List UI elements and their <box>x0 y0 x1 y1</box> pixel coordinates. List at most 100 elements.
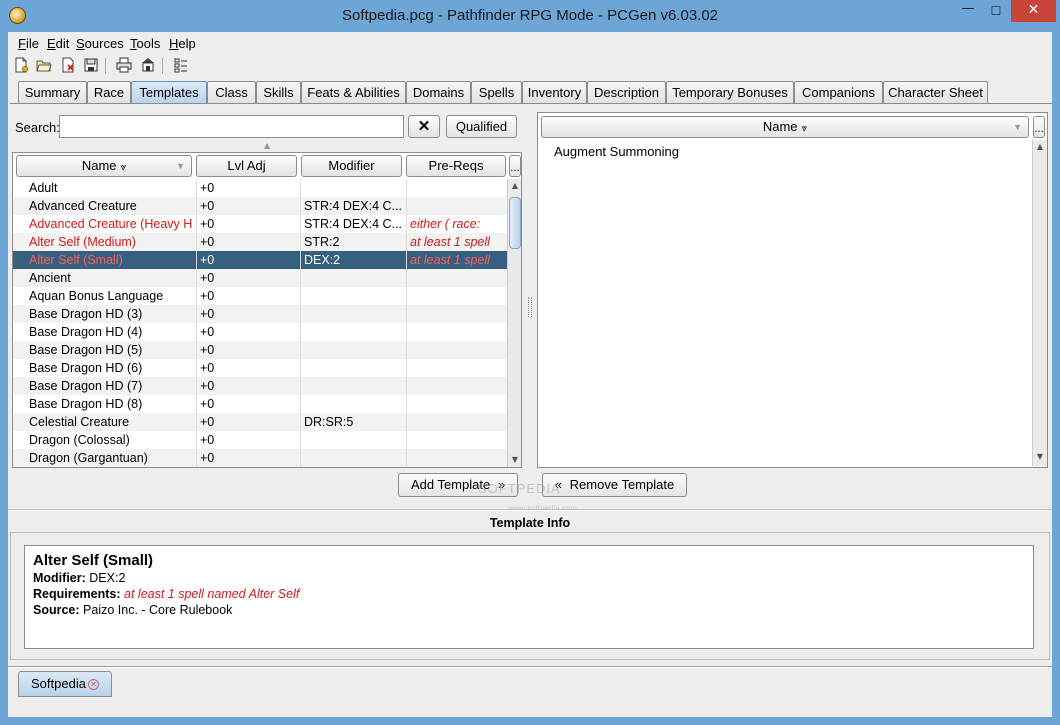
info-requirements-line: Requirements: at least 1 spell named Alt… <box>33 587 300 601</box>
cell-name: Dragon (Gargantuan) <box>26 449 192 467</box>
column-header-lvl-adj[interactable]: Lvl Adj <box>196 155 297 177</box>
scroll-down-icon[interactable]: ▼ <box>1033 450 1047 464</box>
cell-name: Dragon (Colossal) <box>29 433 130 447</box>
tab-skills[interactable]: Skills <box>256 81 301 103</box>
search-label: Search: <box>15 120 60 135</box>
column-chooser-button[interactable]: ... <box>1033 116 1045 138</box>
tab-class[interactable]: Class <box>207 81 256 103</box>
maximize-button[interactable]: ☐ <box>983 0 1009 22</box>
table-row[interactable]: Celestial Creature +0 DR:SR:5 <box>13 413 507 431</box>
save-icon[interactable] <box>82 57 100 75</box>
cell-lvl-adj: +0 <box>196 215 296 233</box>
table-row[interactable]: Dragon (Colossal) +0 <box>13 431 507 449</box>
column-header-name[interactable]: Name ⩔ ▼ <box>16 155 192 177</box>
cell-name: Base Dragon HD (7) <box>26 377 192 395</box>
cell-modifier <box>300 323 404 341</box>
preferences-icon[interactable] <box>172 57 190 75</box>
selected-template-item[interactable]: Augment Summoning <box>554 144 679 159</box>
minimize-button[interactable]: — <box>955 0 981 22</box>
tab-companions[interactable]: Companions <box>794 81 883 103</box>
remove-template-button[interactable]: « Remove Template <box>542 473 687 497</box>
search-input[interactable] <box>59 115 404 138</box>
qualified-button[interactable]: Qualified <box>446 115 517 138</box>
table-row[interactable]: Adult +0 <box>13 179 507 197</box>
column-header-modifier[interactable]: Modifier <box>301 155 402 177</box>
column-header-selected-name[interactable]: Name ⩔ ▼ <box>541 116 1029 138</box>
scroll-down-icon[interactable]: ▼ <box>508 453 521 467</box>
split-divider[interactable] <box>8 509 1052 511</box>
table-row[interactable]: Alter Self (Small) +0 DEX:2 at least 1 spel… <box>13 251 507 269</box>
cell-modifier: DR:SR:5 <box>300 413 404 431</box>
tab-inventory[interactable]: Inventory <box>522 81 587 103</box>
cell-pre-reqs <box>406 269 507 287</box>
scroll-thumb[interactable] <box>509 197 521 249</box>
collapse-arrow-icon[interactable]: ▲ <box>264 141 270 150</box>
table-row[interactable]: Base Dragon HD (3) +0 <box>13 305 507 323</box>
close-tab-icon[interactable]: ✕ <box>88 679 99 690</box>
tab-description[interactable]: Description <box>587 81 666 103</box>
table-row[interactable]: Base Dragon HD (8) +0 <box>13 395 507 413</box>
tab-domains[interactable]: Domains <box>406 81 471 103</box>
tab-temporary-bonuses[interactable]: Temporary Bonuses <box>666 81 794 103</box>
close-window-button[interactable]: ✕ <box>1011 0 1056 22</box>
table-row[interactable]: Aquan Bonus Language +0 <box>13 287 507 305</box>
cell-modifier <box>300 287 404 305</box>
menu-help[interactable]: Help <box>169 36 196 51</box>
character-tab-softpedia[interactable]: Softpedia ✕ <box>18 671 112 697</box>
window-title: Softpedia.pcg - Pathfinder RPG Mode - PC… <box>341 7 719 24</box>
app-window: Softpedia.pcg - Pathfinder RPG Mode - PC… <box>0 0 1060 725</box>
tab-character-sheet[interactable]: Character Sheet <box>883 81 988 103</box>
tab-summary[interactable]: Summary <box>18 81 87 103</box>
template-info-panel: Alter Self (Small) Modifier: DEX:2 Requi… <box>24 545 1034 649</box>
cell-modifier: DEX:2 <box>300 251 404 269</box>
toolbar-separator <box>162 58 163 74</box>
table-row[interactable]: Alter Self (Medium) +0 STR:2 at least 1 spe… <box>13 233 507 251</box>
table-row[interactable]: Ancient +0 <box>13 269 507 287</box>
table-row[interactable]: Advanced Creature (Heavy Ho +0 STR:4 DEX:4… <box>13 215 507 233</box>
cell-modifier: STR:4 DEX:4 C... <box>300 197 404 215</box>
cell-lvl-adj: +0 <box>196 413 296 431</box>
info-modifier-line: Modifier: DEX:2 <box>33 571 126 585</box>
bottom-divider <box>8 666 1052 668</box>
table-row[interactable]: Advanced Creature +0 STR:4 DEX:4 C... <box>13 197 507 215</box>
menu-edit[interactable]: Edit <box>47 36 69 51</box>
tab-race[interactable]: Race <box>87 81 131 103</box>
title-bar[interactable]: Softpedia.pcg - Pathfinder RPG Mode - PC… <box>0 0 1060 32</box>
menu-tools[interactable]: Tools <box>130 36 160 51</box>
vertical-scrollbar[interactable]: ▲ ▼ <box>507 179 521 467</box>
export-icon[interactable] <box>139 57 157 75</box>
column-chooser-button[interactable]: ... <box>509 155 521 177</box>
table-row[interactable]: Base Dragon HD (7) +0 <box>13 377 507 395</box>
table-row[interactable]: Base Dragon HD (5) +0 <box>13 341 507 359</box>
scroll-up-icon[interactable]: ▲ <box>508 179 521 193</box>
cell-lvl-adj: +0 <box>196 395 296 413</box>
print-icon[interactable] <box>115 57 133 75</box>
cell-lvl-adj: +0 <box>196 287 296 305</box>
table-row[interactable]: Base Dragon HD (6) +0 <box>13 359 507 377</box>
close-icon[interactable] <box>59 57 77 75</box>
clear-search-button[interactable]: ✕ <box>408 115 440 138</box>
cell-pre-reqs: at least 1 spell <box>406 251 507 269</box>
open-icon[interactable] <box>35 57 53 75</box>
cell-modifier <box>300 395 404 413</box>
cell-name: Advanced Creature (Heavy Ho <box>29 217 192 231</box>
cell-lvl-adj: +0 <box>196 197 296 215</box>
menu-sources[interactable]: Sources <box>76 36 124 51</box>
tab-spells[interactable]: Spells <box>471 81 522 103</box>
vertical-scrollbar[interactable]: ▲ ▼ <box>1032 140 1047 466</box>
cell-name: Base Dragon HD (4) <box>29 325 143 339</box>
cell-lvl-adj: +0 <box>196 323 296 341</box>
menu-file[interactable]: File <box>18 36 39 51</box>
cell-lvl-adj: +0 <box>196 233 296 251</box>
sort-descending-icon: ⩔ <box>801 123 808 134</box>
column-header-pre-reqs[interactable]: Pre-Reqs <box>406 155 506 177</box>
cell-name: Base Dragon HD (3) <box>26 305 192 323</box>
new-character-icon[interactable] <box>12 57 30 75</box>
tab-templates[interactable]: Templates <box>131 81 207 104</box>
tab-feats-abilities[interactable]: Feats & Abilities <box>301 81 406 103</box>
table-row[interactable]: Base Dragon HD (4) +0 <box>13 323 507 341</box>
scroll-up-icon[interactable]: ▲ <box>1033 140 1047 154</box>
split-pane-grip[interactable] <box>528 297 532 317</box>
cell-name: Ancient <box>26 269 192 287</box>
table-row[interactable]: Dragon (Gargantuan) +0 <box>13 449 507 467</box>
